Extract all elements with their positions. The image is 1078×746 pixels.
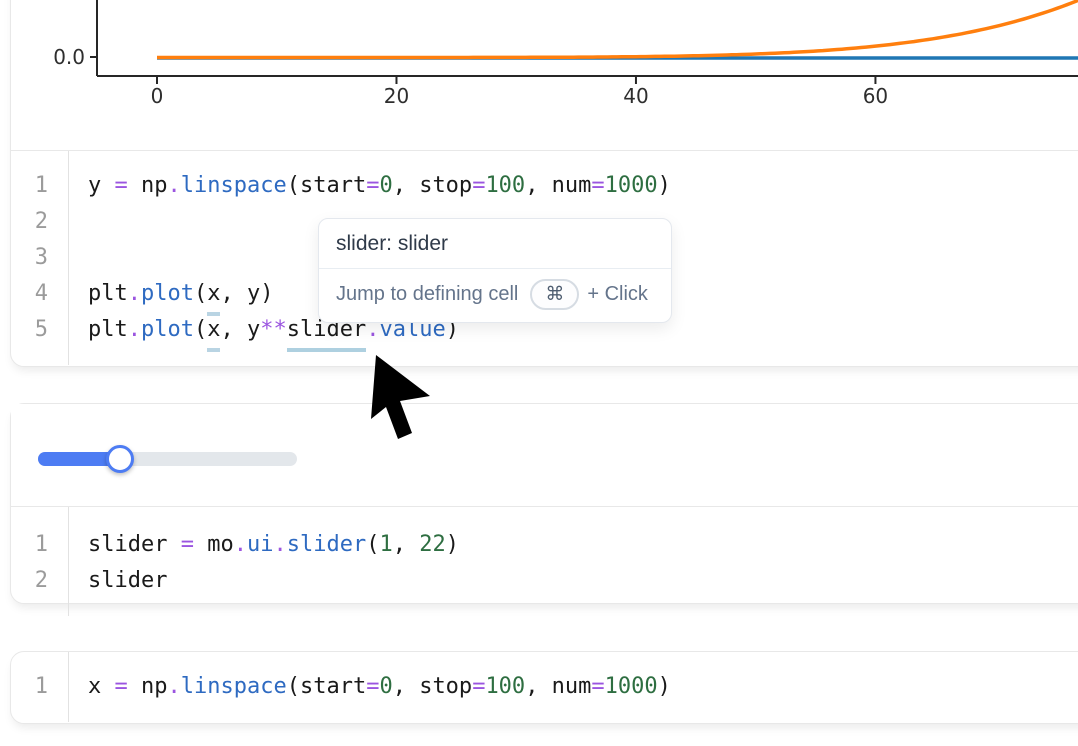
matplotlib-figure: 0 20 40 60 0.0 xyxy=(11,0,1078,150)
tooltip-click-suffix: + Click xyxy=(587,283,648,306)
code-line[interactable]: slider xyxy=(88,563,459,599)
line-number-gutter: 12 xyxy=(11,507,69,616)
svg-text:60: 60 xyxy=(863,84,888,108)
code-token: . xyxy=(168,674,181,699)
code-token: 22 xyxy=(419,532,446,557)
svg-text:0.0: 0.0 xyxy=(53,45,85,69)
line-number: 5 xyxy=(11,312,48,348)
notebook-stage: 02040600.0 12345 y = np.linspace(start=0… xyxy=(0,0,1078,746)
variable-hover-tooltip: slider: slider Jump to defining cell ⌘ +… xyxy=(318,218,672,323)
code-token: plot xyxy=(141,317,194,342)
slider-widget[interactable] xyxy=(38,452,297,466)
code-token: slider xyxy=(88,568,167,593)
code-token: 100 xyxy=(485,173,525,198)
code-token: = xyxy=(591,674,604,699)
code-token: = xyxy=(366,173,379,198)
code-token: , xyxy=(393,532,420,557)
code-token: (start xyxy=(287,674,366,699)
line-number: 1 xyxy=(11,669,48,705)
code-token: 1000 xyxy=(605,674,658,699)
mouse-cursor-icon xyxy=(368,352,438,447)
line-number: 4 xyxy=(11,276,48,312)
code-token: np xyxy=(128,674,168,699)
code-token: ui xyxy=(247,532,274,557)
tooltip-action-row[interactable]: Jump to defining cell ⌘ + Click xyxy=(319,269,671,322)
code-token: linspace xyxy=(181,674,287,699)
code-token: linspace xyxy=(181,173,287,198)
code-token: 1 xyxy=(379,532,392,557)
line-number: 3 xyxy=(11,240,48,276)
code-token: . xyxy=(234,532,247,557)
line-number: 1 xyxy=(11,527,48,563)
code-token: , num xyxy=(525,173,591,198)
code-token: = xyxy=(366,674,379,699)
code-token: 100 xyxy=(485,674,525,699)
code-token: mo xyxy=(194,532,234,557)
svg-text:40: 40 xyxy=(623,84,648,108)
code-editor-slider[interactable]: 12 slider = mo.ui.slider(1, 22)slider xyxy=(11,507,1078,616)
code-line[interactable]: slider = mo.ui.slider(1, 22) xyxy=(88,527,459,563)
tooltip-action-label[interactable]: Jump to defining cell xyxy=(336,283,518,306)
code-token: = xyxy=(181,532,194,557)
code-token: , stop xyxy=(393,674,472,699)
code-token: ( xyxy=(194,317,207,342)
line-number: 2 xyxy=(11,563,48,599)
cross-cell-reference[interactable]: x xyxy=(207,312,220,352)
notebook-cell-x: 1 x = np.linspace(start=0, stop=100, num… xyxy=(10,651,1078,724)
code-token: y xyxy=(88,173,115,198)
code-token: , stop xyxy=(393,173,472,198)
code-token: . xyxy=(128,281,141,306)
code-token: slider xyxy=(287,532,366,557)
code-token: plt xyxy=(88,317,128,342)
code-token: ) xyxy=(658,674,671,699)
code-token: , y xyxy=(220,317,260,342)
code-token: 1000 xyxy=(605,173,658,198)
code-token: ( xyxy=(366,532,379,557)
code-token: , num xyxy=(525,674,591,699)
plot-line-orange xyxy=(157,0,1078,58)
line-number: 2 xyxy=(11,204,48,240)
code-token: . xyxy=(168,173,181,198)
code-token: = xyxy=(591,173,604,198)
slider-handle[interactable] xyxy=(106,445,134,473)
line-number: 1 xyxy=(11,168,48,204)
code-line[interactable]: y = np.linspace(start=0, stop=100, num=1… xyxy=(88,168,671,204)
notebook-cell-slider: 12 slider = mo.ui.slider(1, 22)slider xyxy=(10,403,1078,604)
code-token: , y) xyxy=(220,281,273,306)
svg-text:0: 0 xyxy=(151,84,164,108)
plot-axes: 0 20 40 60 0.0 xyxy=(53,0,1078,108)
tooltip-title: slider: slider xyxy=(319,219,671,269)
code-token: 0 xyxy=(379,173,392,198)
command-key-badge: ⌘ xyxy=(530,279,579,310)
code-line[interactable]: x = np.linspace(start=0, stop=100, num=1… xyxy=(88,669,671,705)
code-token: . xyxy=(273,532,286,557)
plot-output-area: 0 20 40 60 0.0 xyxy=(11,0,1078,151)
code-token: ( xyxy=(194,281,207,306)
code-token: 0 xyxy=(379,674,392,699)
code-token: = xyxy=(115,173,128,198)
code-token: plot xyxy=(141,281,194,306)
code-token: = xyxy=(115,674,128,699)
code-token: plt xyxy=(88,281,128,306)
code-token: ) xyxy=(658,173,671,198)
code-token: = xyxy=(472,674,485,699)
code-token: slider xyxy=(88,532,181,557)
svg-text:20: 20 xyxy=(384,84,409,108)
code-token: = xyxy=(472,173,485,198)
code-lines[interactable]: x = np.linspace(start=0, stop=100, num=1… xyxy=(69,652,671,722)
code-lines[interactable]: slider = mo.ui.slider(1, 22)slider xyxy=(69,507,459,616)
line-number-gutter: 12345 xyxy=(11,151,69,365)
code-editor-x[interactable]: 1 x = np.linspace(start=0, stop=100, num… xyxy=(11,652,1078,722)
line-number-gutter: 1 xyxy=(11,652,69,722)
code-token: ) xyxy=(446,532,459,557)
code-token: (start xyxy=(287,173,366,198)
code-token: ** xyxy=(260,317,287,342)
slider-output-area xyxy=(11,404,1078,507)
code-token: . xyxy=(128,317,141,342)
cross-cell-reference[interactable]: x xyxy=(207,276,220,316)
code-token: np xyxy=(128,173,168,198)
code-token: x xyxy=(88,674,115,699)
